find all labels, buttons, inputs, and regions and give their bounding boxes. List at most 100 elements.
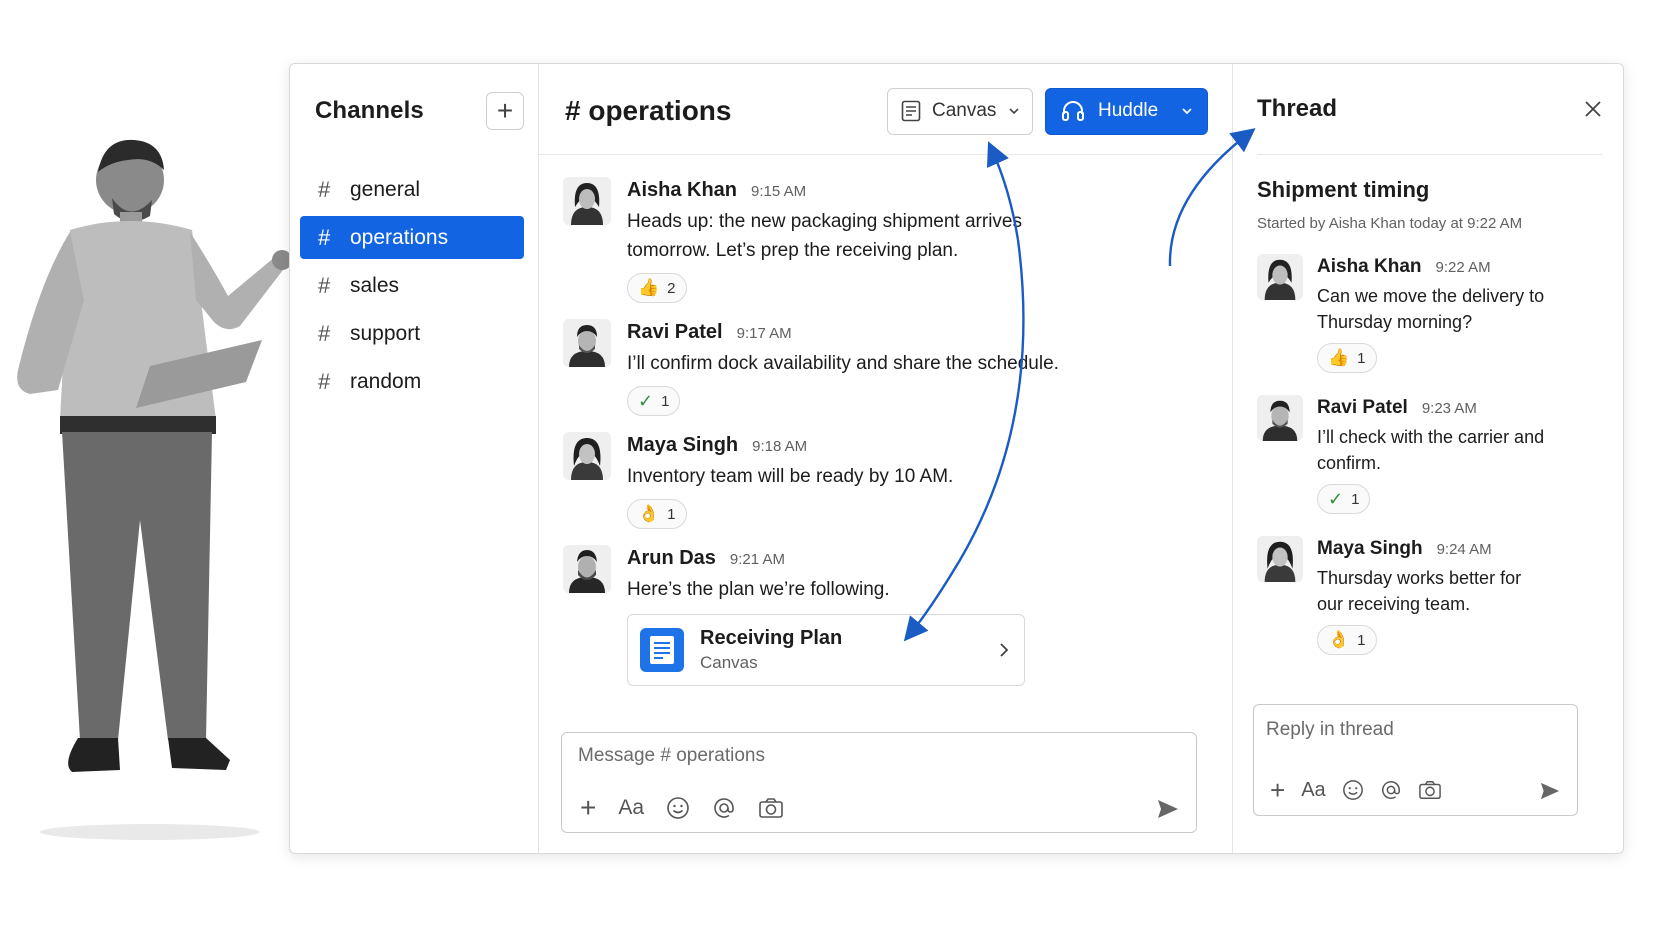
hash-icon: #: [318, 272, 331, 298]
mention-icon[interactable]: [712, 796, 736, 820]
message: Arun Das 9:21 AM Here’s the plan we’re fo…: [563, 545, 1212, 686]
emoji-icon[interactable]: [1342, 779, 1364, 801]
canvas-attachment-card[interactable]: Receiving Plan Canvas: [627, 614, 1025, 686]
message-author[interactable]: Arun Das: [627, 547, 716, 570]
reply-placeholder: Reply in thread: [1266, 719, 1394, 740]
camera-icon[interactable]: [1418, 779, 1442, 801]
sidebar-title: Channels: [315, 97, 424, 124]
reaction-count: 1: [1351, 490, 1360, 508]
hash-icon: #: [318, 320, 331, 346]
stage: Channels + # general # operations # sales #…: [0, 0, 1658, 933]
chevron-down-icon: [1009, 108, 1019, 115]
thumbs-up-icon: 👍: [1328, 348, 1350, 367]
reaction-thumbs-up[interactable]: 👍 2: [627, 273, 687, 303]
avatar-photo-woman: [563, 432, 611, 480]
plus-icon[interactable]: +: [1270, 777, 1285, 803]
message-author[interactable]: Ravi Patel: [1317, 397, 1408, 419]
sidebar-item-operations[interactable]: # operations: [300, 216, 524, 259]
thread-pane: Thread Shipment timing Started by Aisha …: [1233, 64, 1623, 853]
send-icon[interactable]: [1539, 781, 1561, 801]
sidebar-item-support[interactable]: # support: [300, 312, 524, 355]
document-icon: [901, 100, 921, 122]
channel-label: random: [350, 369, 422, 393]
message-author[interactable]: Aisha Khan: [1317, 256, 1422, 278]
reaction-count: 1: [667, 505, 676, 523]
reaction-ok-hand[interactable]: 👌 1: [1317, 625, 1377, 655]
avatar[interactable]: [1257, 395, 1303, 441]
channel-label: general: [350, 177, 421, 201]
check-icon: ✓: [638, 390, 654, 411]
message-author[interactable]: Aisha Khan: [627, 179, 737, 202]
reaction-count: 1: [661, 392, 670, 410]
message-text: Here’s the plan we’re following.: [627, 579, 890, 600]
avatar[interactable]: [1257, 536, 1303, 582]
hash-icon: #: [318, 176, 331, 202]
send-icon[interactable]: [1156, 798, 1180, 820]
message-time: 9:17 AM: [736, 325, 792, 342]
canvas-card-title: Receiving Plan: [700, 627, 843, 649]
sidebar-item-general[interactable]: # general: [300, 168, 524, 211]
reaction-check[interactable]: ✓ 1: [627, 386, 681, 416]
hash-icon: #: [318, 368, 331, 394]
huddle-button[interactable]: Huddle: [1045, 87, 1208, 135]
reply-toolbar: + Aa: [1270, 777, 1442, 803]
reaction-count: 1: [1357, 631, 1366, 649]
sidebar-item-random[interactable]: # random: [300, 360, 524, 403]
avatar[interactable]: [563, 432, 611, 480]
emoji-icon[interactable]: [666, 796, 690, 820]
canvas-button[interactable]: Canvas: [887, 87, 1033, 135]
check-icon: ✓: [1328, 488, 1344, 509]
message-list: Aisha Khan 9:15 AM Heads up: the new pack…: [539, 155, 1232, 686]
message-time: 9:24 AM: [1436, 541, 1492, 558]
thread-reply-input[interactable]: Reply in thread + Aa: [1253, 704, 1578, 816]
message: Ravi Patel 9:17 AM I’ll confirm dock avai…: [563, 319, 1212, 416]
thread-header: Thread: [1257, 64, 1603, 155]
add-channel-button[interactable]: +: [486, 92, 524, 130]
channel-label: sales: [350, 273, 400, 297]
message-author[interactable]: Maya Singh: [627, 434, 738, 457]
avatar-photo-man: [1257, 395, 1303, 441]
avatar-photo-woman: [563, 177, 611, 225]
sidebar-item-sales[interactable]: # sales: [300, 264, 524, 307]
message-author[interactable]: Ravi Patel: [627, 321, 723, 344]
mention-icon[interactable]: [1380, 779, 1402, 801]
canvas-button-label: Canvas: [932, 100, 997, 121]
plus-icon: +: [496, 95, 514, 126]
text-format-icon[interactable]: Aa: [618, 796, 644, 820]
huddle-button-label: Huddle: [1098, 100, 1159, 121]
thread-started-by: Started by Aisha Khan today at 9:22 AM: [1257, 215, 1523, 232]
reaction-ok-hand[interactable]: 👌 1: [627, 499, 687, 529]
thread-message: Aisha Khan 9:22 AM Can we move the delive…: [1257, 254, 1603, 373]
chevron-right-icon: [1000, 643, 1009, 657]
ok-hand-icon: 👌: [1328, 630, 1350, 649]
message-time: 9:21 AM: [729, 551, 785, 568]
message-author[interactable]: Maya Singh: [1317, 538, 1423, 560]
message-text: Heads up: the new packaging shipment arr…: [627, 211, 1023, 261]
composer-toolbar: + Aa: [580, 794, 784, 822]
camera-icon[interactable]: [758, 796, 784, 820]
channel-label: operations: [350, 225, 449, 249]
channel-label: support: [350, 321, 421, 345]
channel-list: # general # operations # sales # support # ra…: [300, 168, 524, 403]
chevron-down-icon: [1182, 108, 1192, 115]
avatar[interactable]: [563, 319, 611, 367]
avatar-photo-man: [563, 319, 611, 367]
close-icon[interactable]: [1583, 99, 1603, 119]
message-time: 9:15 AM: [751, 183, 807, 200]
channel-header: # operations Canvas Huddle: [539, 68, 1232, 155]
reaction-thumbs-up[interactable]: 👍 1: [1317, 343, 1377, 373]
avatar[interactable]: [563, 545, 611, 593]
canvas-document-icon: [640, 628, 684, 672]
plus-icon[interactable]: +: [580, 794, 596, 822]
avatar-photo-man: [563, 545, 611, 593]
avatar[interactable]: [1257, 254, 1303, 300]
message-time: 9:18 AM: [752, 438, 808, 455]
message-text: Inventory team will be ready by 10 AM.: [627, 466, 954, 487]
message: Aisha Khan 9:15 AM Heads up: the new pack…: [563, 177, 1212, 303]
reaction-count: 1: [1357, 349, 1366, 367]
reaction-check[interactable]: ✓ 1: [1317, 484, 1371, 514]
avatar[interactable]: [563, 177, 611, 225]
message-composer[interactable]: Message # operations + Aa: [561, 732, 1197, 833]
message-time: 9:22 AM: [1435, 259, 1491, 276]
text-format-icon[interactable]: Aa: [1301, 779, 1325, 802]
